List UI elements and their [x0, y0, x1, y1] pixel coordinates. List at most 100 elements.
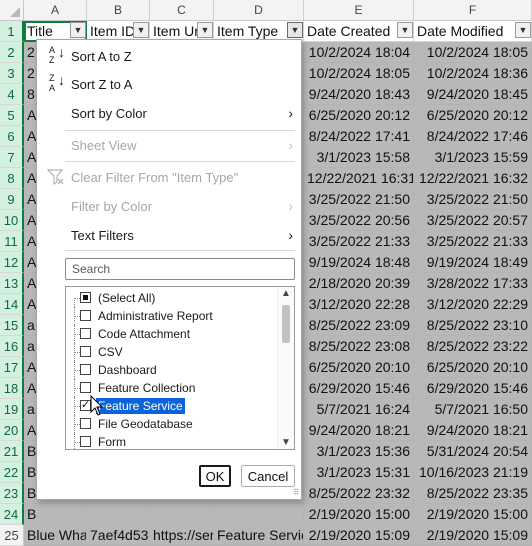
cell[interactable] [150, 504, 214, 525]
row-header-20[interactable]: 20 [0, 420, 24, 441]
cell[interactable]: 7aef4d531 [87, 525, 150, 546]
cell[interactable]: 2/19/2020 15:00 [304, 504, 414, 525]
column-header-b[interactable]: B [87, 0, 150, 21]
cell[interactable]: 9/19/2024 18:48 [304, 252, 414, 273]
cell[interactable]: 9/24/2020 18:21 [304, 420, 414, 441]
cell[interactable]: 10/2/2024 18:36 [414, 63, 532, 84]
cell[interactable]: 12/22/2021 16:32 [414, 168, 532, 189]
cell[interactable]: 3/1/2023 15:58 [304, 147, 414, 168]
cell[interactable]: 5/31/2024 20:54 [414, 441, 532, 462]
row-header-1[interactable]: 1 [0, 21, 24, 42]
cell[interactable]: 9/24/2020 18:21 [414, 420, 532, 441]
cancel-button[interactable]: Cancel [241, 465, 295, 487]
cell[interactable]: 10/2/2024 18:05 [304, 63, 414, 84]
column-header-c[interactable]: C [150, 0, 214, 21]
cell[interactable]: 6/29/2020 15:46 [414, 378, 532, 399]
cell[interactable]: 3/1/2023 15:31 [304, 462, 414, 483]
scrollbar-thumb[interactable] [282, 305, 290, 343]
filter-list-item[interactable]: Code Attachment [66, 325, 278, 343]
list-scrollbar[interactable]: ▲ ▼ [277, 287, 294, 449]
cell[interactable]: 3/25/2022 20:57 [414, 210, 532, 231]
row-header-8[interactable]: 8 [0, 168, 24, 189]
row-header-2[interactable]: 2 [0, 42, 24, 63]
cell[interactable]: 6/25/2020 20:12 [414, 105, 532, 126]
filter-dropdown-button[interactable]: ▼ [515, 22, 531, 38]
filter-dropdown-button[interactable]: ▼ [133, 22, 149, 38]
cell[interactable]: 5/7/2021 16:50 [414, 399, 532, 420]
cell[interactable]: 10/2/2024 18:04 [304, 42, 414, 63]
cell[interactable]: 8/25/2022 23:08 [304, 336, 414, 357]
filter-list-item[interactable]: Dashboard [66, 361, 278, 379]
row-header-12[interactable]: 12 [0, 252, 24, 273]
cell[interactable]: 8/25/2022 23:22 [414, 336, 532, 357]
cell[interactable]: 3/25/2022 21:50 [304, 189, 414, 210]
cell[interactable]: 3/12/2020 22:28 [304, 294, 414, 315]
row-header-14[interactable]: 14 [0, 294, 24, 315]
cell[interactable]: 3/25/2022 20:56 [304, 210, 414, 231]
row-header-25[interactable]: 25 [0, 525, 24, 546]
filter-checkbox[interactable] [80, 418, 91, 429]
cell[interactable]: 8/24/2022 17:41 [304, 126, 414, 147]
cell[interactable]: 3/28/2022 17:33 [414, 273, 532, 294]
cell[interactable]: 8/25/2022 23:09 [304, 315, 414, 336]
filter-list-item[interactable]: File Geodatabase [66, 415, 278, 433]
row-header-5[interactable]: 5 [0, 105, 24, 126]
cell[interactable]: 10/16/2023 21:19 [414, 462, 532, 483]
filter-list-item[interactable]: Form [66, 433, 278, 449]
filter-checkbox[interactable] [80, 310, 91, 321]
resize-grip-icon[interactable]: ⠿ [293, 488, 299, 497]
column-header-a[interactable]: A [24, 0, 87, 21]
filter-dropdown-button[interactable]: ▼ [70, 22, 86, 38]
select-all-corner[interactable] [0, 0, 24, 21]
row-header-3[interactable]: 3 [0, 63, 24, 84]
cell[interactable]: 12/22/2021 16:31 [304, 168, 414, 189]
cell[interactable]: 8/25/2022 23:32 [304, 483, 414, 504]
cell[interactable]: 9/24/2020 18:45 [414, 84, 532, 105]
filter-dropdown-button[interactable]: ▼ [197, 22, 213, 38]
row-header-4[interactable]: 4 [0, 84, 24, 105]
cell[interactable]: 6/25/2020 20:10 [304, 357, 414, 378]
cell[interactable]: 9/19/2024 18:49 [414, 252, 532, 273]
scroll-up-arrow-icon[interactable]: ▲ [281, 288, 291, 299]
row-header-21[interactable]: 21 [0, 441, 24, 462]
filter-list-item[interactable]: CSV [66, 343, 278, 361]
row-header-13[interactable]: 13 [0, 273, 24, 294]
row-header-22[interactable]: 22 [0, 462, 24, 483]
filter-checkbox[interactable] [80, 364, 91, 375]
sort-by-color-item[interactable]: Sort by Color › [37, 99, 301, 127]
cell[interactable]: 3/12/2020 22:29 [414, 294, 532, 315]
sort-a-to-z-item[interactable]: A Z ↓ Sort A to Z [37, 42, 301, 70]
row-header-7[interactable]: 7 [0, 147, 24, 168]
filter-dropdown-button[interactable]: ▼ [397, 22, 413, 38]
cell[interactable]: 5/7/2021 16:24 [304, 399, 414, 420]
row-header-9[interactable]: 9 [0, 189, 24, 210]
row-header-16[interactable]: 16 [0, 336, 24, 357]
cell[interactable]: Blue Whal [24, 525, 87, 546]
filter-dropdown-button[interactable]: ▼ [287, 22, 303, 38]
filter-checkbox[interactable] [80, 436, 91, 447]
sort-z-to-a-item[interactable]: Z A ↓ Sort Z to A [37, 70, 301, 98]
row-header-23[interactable]: 23 [0, 483, 24, 504]
filter-values-list[interactable]: (Select All) Administrative Report Code At… [65, 286, 295, 450]
search-input[interactable]: Search [65, 258, 295, 280]
cell[interactable]: 8/25/2022 23:10 [414, 315, 532, 336]
row-header-19[interactable]: 19 [0, 399, 24, 420]
row-header-15[interactable]: 15 [0, 315, 24, 336]
cell[interactable]: B [24, 504, 87, 525]
cell[interactable] [87, 504, 150, 525]
cell[interactable]: 3/25/2022 21:33 [304, 231, 414, 252]
cell[interactable]: 8/25/2022 23:35 [414, 483, 532, 504]
cell[interactable]: 3/1/2023 15:59 [414, 147, 532, 168]
row-header-24[interactable]: 24 [0, 504, 24, 525]
row-header-18[interactable]: 18 [0, 378, 24, 399]
cell[interactable]: 9/24/2020 18:43 [304, 84, 414, 105]
cell[interactable] [214, 504, 304, 525]
filter-checkbox[interactable] [80, 382, 91, 393]
cell[interactable]: 3/25/2022 21:50 [414, 189, 532, 210]
cell[interactable]: 2/18/2020 20:39 [304, 273, 414, 294]
cell[interactable]: 2/19/2020 15:00 [414, 504, 532, 525]
column-header-e[interactable]: E [304, 0, 414, 21]
cell[interactable]: 10/2/2024 18:05 [414, 42, 532, 63]
cell[interactable]: 6/29/2020 15:46 [304, 378, 414, 399]
scroll-down-arrow-icon[interactable]: ▼ [281, 437, 291, 448]
